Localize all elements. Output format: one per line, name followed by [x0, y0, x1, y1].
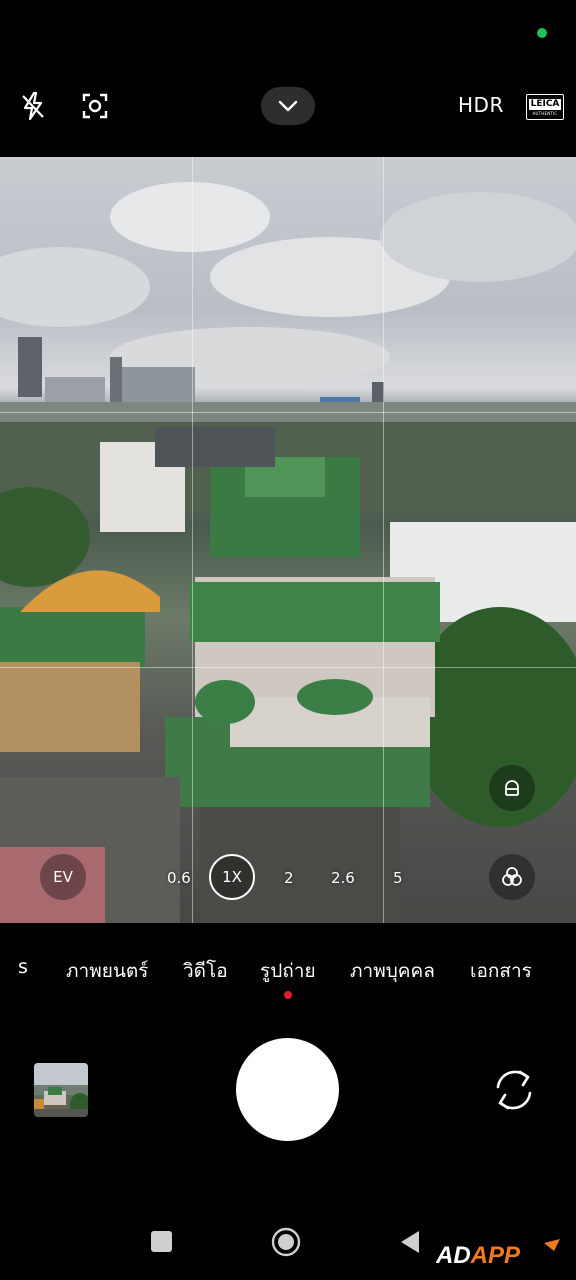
active-mode-indicator [284, 991, 292, 999]
shutter-button[interactable] [236, 1038, 339, 1141]
filter-button[interactable] [489, 854, 535, 900]
preview-scene [0, 182, 576, 923]
leica-logo: LEICA [528, 98, 562, 110]
camera-viewfinder[interactable]: EV 0.6 1X 2 2.6 5 [0, 157, 576, 923]
mode-item-photo[interactable]: รูปถ่าย [260, 956, 316, 986]
leica-authentic-label: AUTHENTIC [532, 110, 558, 116]
more-settings-button[interactable] [261, 87, 315, 125]
filter-icon [502, 867, 522, 886]
grid-line [192, 157, 193, 923]
zoom-2[interactable]: 2 [284, 869, 294, 887]
hdr-toggle[interactable]: HDR [458, 93, 504, 117]
gallery-thumbnail[interactable] [34, 1063, 88, 1117]
ev-label: EV [53, 868, 73, 886]
flash-off-icon[interactable] [15, 88, 51, 124]
switch-camera-icon [496, 1070, 532, 1110]
mode-item-video[interactable]: วิดีโอ [183, 956, 228, 986]
zoom-1x-selected[interactable]: 1X [209, 854, 255, 900]
grid-line [0, 412, 576, 413]
mode-item-slow[interactable]: s [18, 956, 28, 978]
grid-line [0, 667, 576, 668]
watermark-text: ADAPP [436, 1242, 521, 1269]
grid-line [383, 157, 384, 923]
zoom-1x-label: 1X [222, 868, 242, 886]
switch-camera-button[interactable] [490, 1065, 538, 1115]
mode-item-movie[interactable]: ภาพยนตร์ [66, 956, 148, 986]
zoom-2-6[interactable]: 2.6 [331, 869, 355, 887]
lens-mode-button[interactable] [489, 765, 535, 811]
zoom-0-6[interactable]: 0.6 [167, 869, 191, 887]
lens-mode-icon [505, 780, 519, 796]
back-icon[interactable] [398, 1229, 422, 1255]
thumbnail-preview [34, 1063, 88, 1117]
recents-icon[interactable] [151, 1231, 172, 1252]
camera-in-use-indicator [537, 28, 547, 38]
watermark-logo: ADAPP [435, 1237, 564, 1273]
chevron-down-icon [278, 100, 298, 112]
zoom-5[interactable]: 5 [393, 869, 403, 887]
mode-item-document[interactable]: เอกสาร [470, 956, 532, 986]
home-icon[interactable] [270, 1226, 302, 1258]
mode-item-portrait[interactable]: ภาพบุคคล [350, 956, 435, 986]
focus-lens-icon[interactable] [77, 88, 113, 124]
leica-mode-button[interactable]: LEICA AUTHENTIC [526, 94, 564, 120]
exposure-button[interactable]: EV [40, 854, 86, 900]
